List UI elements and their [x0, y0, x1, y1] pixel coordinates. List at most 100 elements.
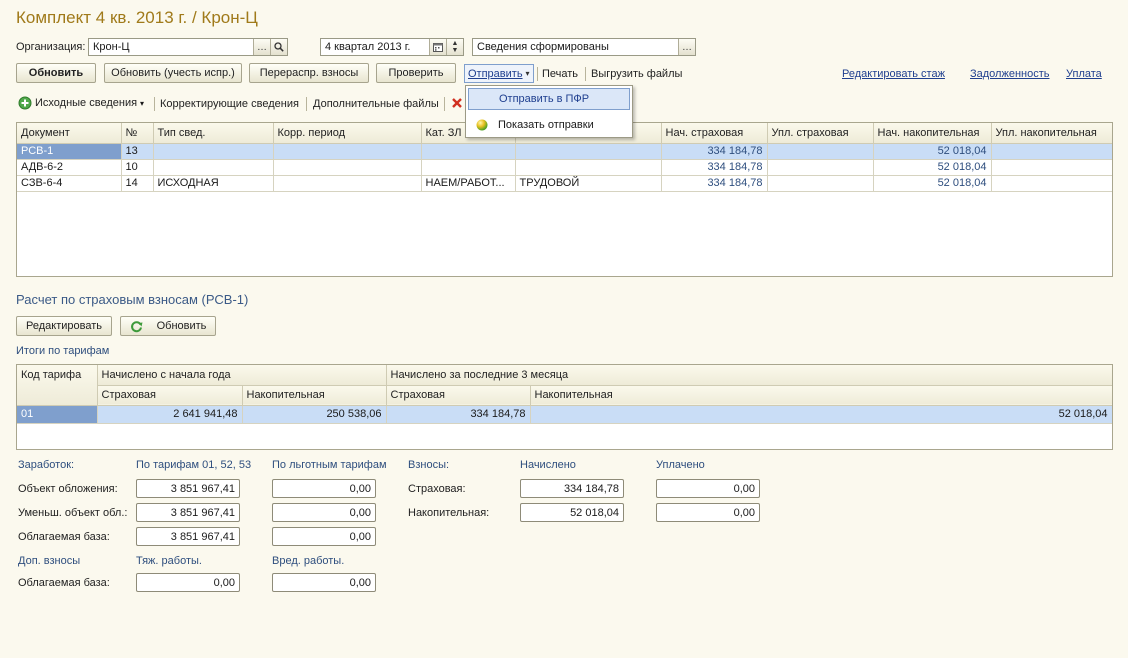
documents-table[interactable]: Документ № Тип свед. Корр. период Кат. З… — [16, 122, 1113, 277]
extra-contrib-label: Доп. взносы — [18, 555, 81, 567]
spinner-icon[interactable]: ▲ ▼ — [446, 39, 463, 55]
column-header[interactable]: № — [121, 123, 154, 144]
refresh-corrections-button[interactable]: Обновить (учесть испр.) — [104, 63, 242, 83]
table-cell[interactable] — [991, 175, 1112, 192]
payment-link[interactable]: Уплата — [1066, 68, 1102, 80]
edit-button[interactable]: Редактировать — [16, 316, 112, 336]
source-data-menu[interactable]: Исходные сведения ▾ — [18, 96, 144, 110]
table-cell[interactable]: 334 184,78 — [661, 159, 768, 176]
send-dropdown-menu: Отправить в ПФР Показать отправки — [465, 85, 633, 138]
column-header[interactable]: Тип свед. — [153, 123, 274, 144]
debt-link[interactable]: Задолженность — [970, 68, 1050, 80]
table-cell[interactable] — [767, 175, 874, 192]
column-group-header[interactable]: Начислено с начала года — [97, 365, 387, 386]
table-cell[interactable]: 334 184,78 — [386, 405, 531, 424]
insurance-paid-field[interactable]: 0,00 — [656, 479, 760, 498]
table-row[interactable]: АДВ-6-2 10 334 184,78 52 018,04 — [17, 159, 1112, 176]
corrective-data-button[interactable]: Корректирующие сведения — [160, 98, 299, 110]
column-header[interactable]: Нач. страховая — [661, 123, 768, 144]
edit-seniority-link[interactable]: Редактировать стаж — [842, 68, 945, 80]
table-cell[interactable]: 334 184,78 — [661, 175, 768, 192]
table-cell[interactable] — [515, 143, 662, 160]
select-button[interactable]: … — [678, 39, 695, 55]
additional-files-button[interactable]: Дополнительные файлы — [313, 98, 439, 110]
table-cell[interactable] — [153, 159, 274, 176]
table-cell[interactable]: 52 018,04 — [530, 405, 1112, 424]
column-header[interactable]: Страховая — [97, 385, 243, 406]
reduced-tariff-field[interactable]: 3 851 967,41 — [136, 503, 240, 522]
column-header[interactable]: Корр. период — [273, 123, 422, 144]
object-pref-field[interactable]: 0,00 — [272, 479, 376, 498]
table-cell[interactable]: НАЕМ/РАБОТ... — [421, 175, 516, 192]
column-header[interactable]: Страховая — [386, 385, 531, 406]
column-header[interactable]: Накопительная — [242, 385, 387, 406]
table-cell[interactable] — [991, 143, 1112, 160]
period-value: 4 квартал 2013 г. — [325, 41, 411, 53]
table-cell[interactable]: 52 018,04 — [873, 175, 992, 192]
export-files-button[interactable]: Выгрузить файлы — [591, 68, 682, 80]
table-cell[interactable] — [767, 159, 874, 176]
table-cell[interactable]: 334 184,78 — [661, 143, 768, 160]
column-header[interactable]: Код тарифа — [17, 365, 98, 406]
status-field[interactable]: Сведения сформированы … — [472, 38, 696, 56]
column-header[interactable]: Накопительная — [530, 385, 1112, 406]
table-cell[interactable] — [421, 159, 516, 176]
table-cell[interactable] — [421, 143, 516, 160]
rsv-refresh-button[interactable]: Обновить — [120, 316, 216, 336]
table-row[interactable]: РСВ-1 13 334 184,78 52 018,04 — [17, 143, 1112, 160]
table-cell[interactable]: СЗВ-6-4 — [17, 175, 122, 192]
table-cell[interactable]: РСВ-1 — [17, 143, 122, 160]
menu-item-send-pfr[interactable]: Отправить в ПФР — [468, 88, 630, 110]
org-label: Организация: — [16, 41, 86, 53]
table-cell[interactable] — [767, 143, 874, 160]
base-pref-field[interactable]: 0,00 — [272, 527, 376, 546]
reduced-pref-field[interactable]: 0,00 — [272, 503, 376, 522]
column-header[interactable]: Упл. накопительная — [991, 123, 1112, 144]
print-button[interactable]: Печать — [542, 68, 578, 80]
check-button[interactable]: Проверить — [376, 63, 456, 83]
table-cell[interactable] — [991, 159, 1112, 176]
refresh-button[interactable]: Обновить — [16, 63, 96, 83]
table-cell[interactable] — [273, 175, 422, 192]
funded-paid-field[interactable]: 0,00 — [656, 503, 760, 522]
table-cell[interactable]: 2 641 941,48 — [97, 405, 243, 424]
menu-item-show-sends[interactable]: Показать отправки — [468, 114, 630, 136]
table-cell[interactable]: АДВ-6-2 — [17, 159, 122, 176]
tariff-table[interactable]: Код тарифа Начислено с начала года Начис… — [16, 364, 1113, 450]
column-header[interactable]: Нач. накопительная — [873, 123, 992, 144]
extra-harmful-field[interactable]: 0,00 — [272, 573, 376, 592]
extra-heavy-field[interactable]: 0,00 — [136, 573, 240, 592]
column-header[interactable]: Документ — [17, 123, 122, 144]
column-header[interactable]: Упл. страховая — [767, 123, 874, 144]
table-cell[interactable] — [153, 143, 274, 160]
table-cell[interactable]: 01 — [17, 405, 98, 424]
delete-icon[interactable] — [451, 97, 463, 109]
table-row[interactable]: СЗВ-6-4 14 ИСХОДНАЯ НАЕМ/РАБОТ... ТРУДОВ… — [17, 175, 1112, 192]
search-icon[interactable] — [270, 39, 287, 55]
table-cell[interactable] — [273, 159, 422, 176]
menu-item-label: Показать отправки — [498, 119, 594, 131]
table-cell[interactable]: 52 018,04 — [873, 143, 992, 160]
status-ball-icon — [476, 119, 488, 131]
table-cell[interactable]: ТРУДОВОЙ — [515, 175, 662, 192]
org-field[interactable]: Крон-Ц … — [88, 38, 288, 56]
table-cell[interactable]: ИСХОДНАЯ — [153, 175, 274, 192]
redistribute-button[interactable]: Перераспр. взносы — [249, 63, 369, 83]
object-tariff-field[interactable]: 3 851 967,41 — [136, 479, 240, 498]
insurance-accrued-field[interactable]: 334 184,78 — [520, 479, 624, 498]
table-cell[interactable]: 14 — [121, 175, 154, 192]
table-row[interactable]: 01 2 641 941,48 250 538,06 334 184,78 52… — [17, 405, 1112, 424]
base-tariff-field[interactable]: 3 851 967,41 — [136, 527, 240, 546]
table-cell[interactable]: 52 018,04 — [873, 159, 992, 176]
period-field[interactable]: 4 квартал 2013 г. ▲ ▼ — [320, 38, 464, 56]
table-cell[interactable]: 250 538,06 — [242, 405, 387, 424]
funded-accrued-field[interactable]: 52 018,04 — [520, 503, 624, 522]
select-button[interactable]: … — [253, 39, 270, 55]
table-cell[interactable] — [515, 159, 662, 176]
table-cell[interactable]: 10 — [121, 159, 154, 176]
calendar-icon[interactable] — [429, 39, 446, 55]
column-group-header[interactable]: Начислено за последние 3 месяца — [386, 365, 1112, 386]
table-cell[interactable] — [273, 143, 422, 160]
table-cell[interactable]: 13 — [121, 143, 154, 160]
send-menu-button[interactable]: Отправить ▾ — [464, 64, 534, 83]
